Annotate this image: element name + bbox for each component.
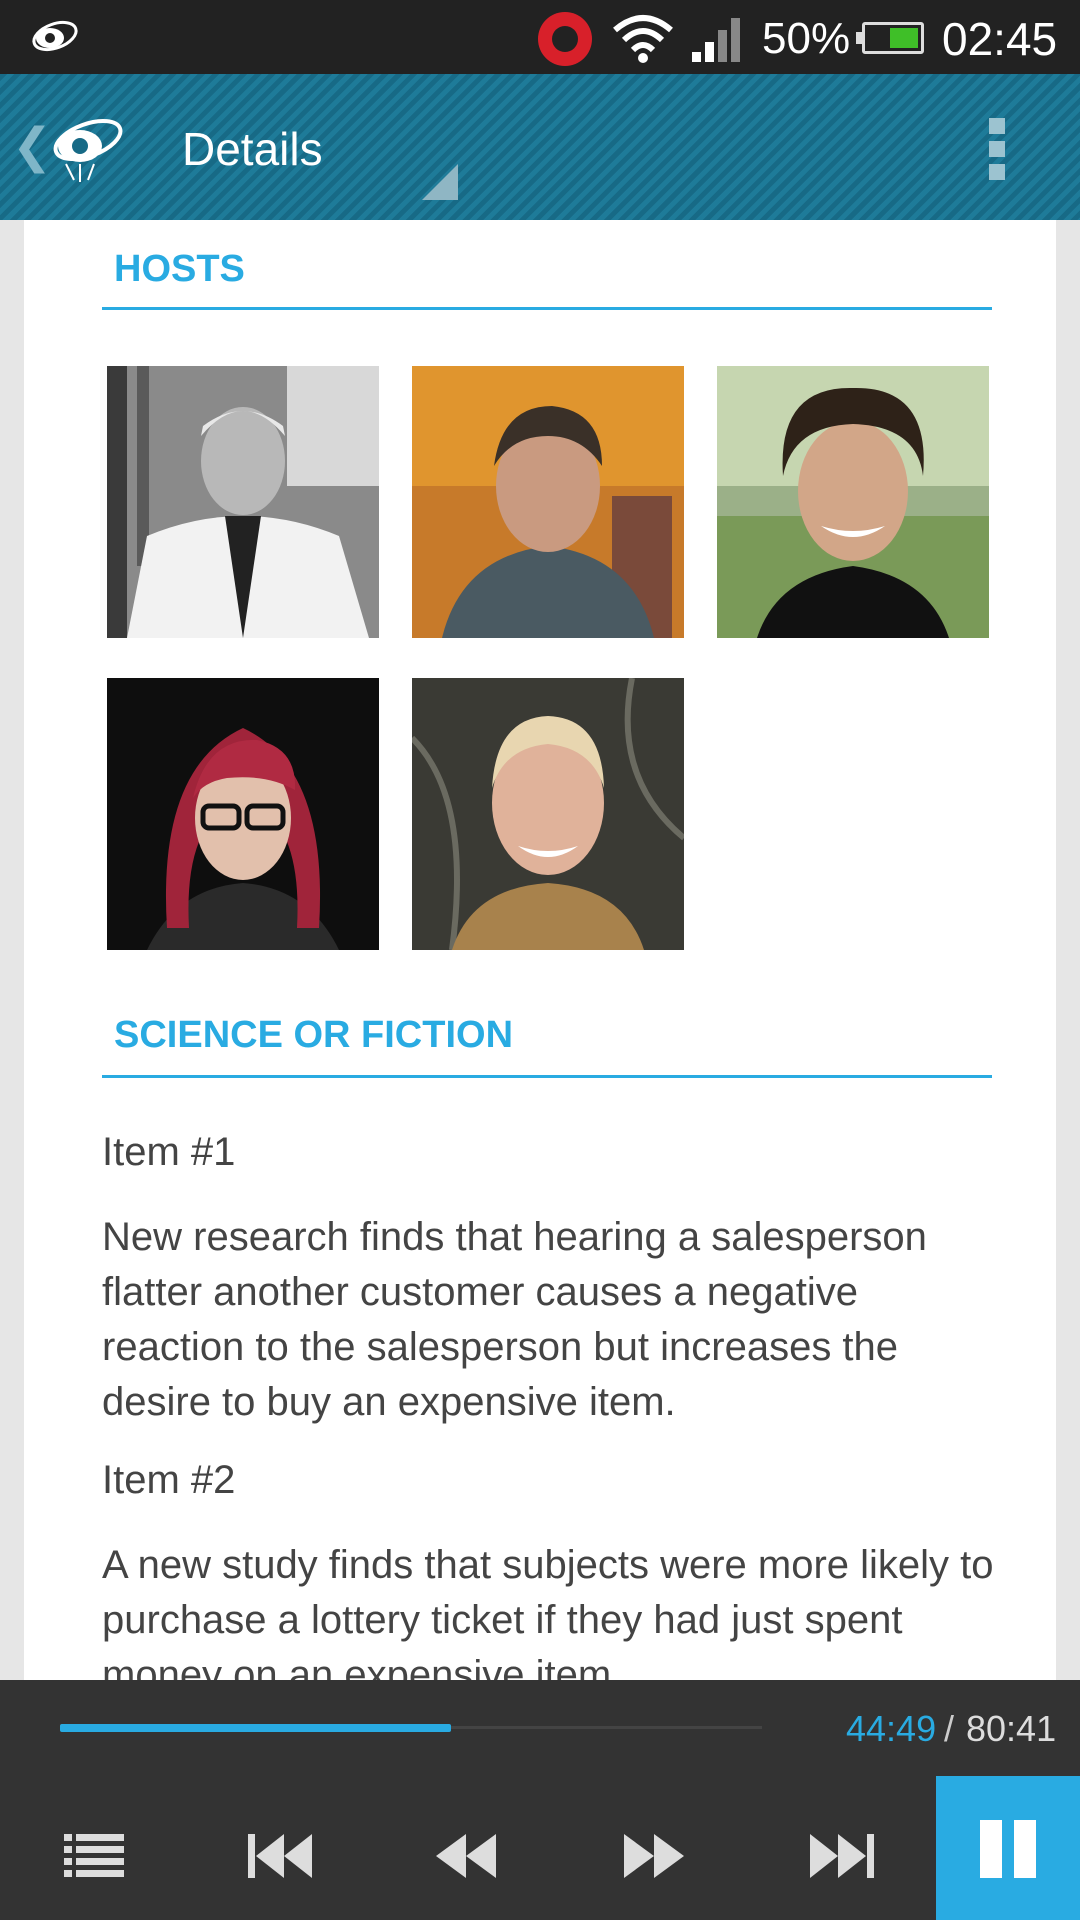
skip-next-icon — [810, 1834, 874, 1878]
science-or-fiction-header: SCIENCE OR FICTION — [102, 1014, 992, 1078]
host-photo-image — [412, 366, 684, 638]
title-dropdown-indicator — [422, 164, 458, 200]
page-title: Details — [182, 123, 323, 175]
host-photo[interactable] — [412, 678, 684, 950]
skip-next-button[interactable] — [790, 1810, 890, 1900]
battery-icon — [856, 22, 924, 54]
playlist-button[interactable] — [44, 1810, 144, 1900]
host-photo-image — [717, 366, 989, 638]
host-photo[interactable] — [412, 366, 684, 638]
beats-icon — [538, 12, 592, 66]
status-bar: 50% 02:45 — [0, 0, 1080, 74]
rewind-icon — [436, 1834, 496, 1878]
host-photo[interactable] — [717, 366, 989, 638]
pause-icon — [980, 1820, 1002, 1878]
host-photo-image — [107, 366, 379, 638]
action-bar: ❮ Details — [0, 74, 1080, 220]
item-text: A new study finds that subjects were mor… — [102, 1543, 994, 1680]
overflow-menu-icon[interactable] — [984, 118, 1010, 180]
fast-forward-icon — [624, 1834, 684, 1878]
app-logo-icon — [32, 20, 78, 52]
host-photo[interactable] — [107, 678, 379, 950]
skip-previous-button[interactable] — [232, 1810, 332, 1900]
host-photo-image — [412, 678, 684, 950]
wifi-icon — [613, 15, 673, 63]
total-time: 80:41 — [966, 1708, 1057, 1749]
app-logo-icon[interactable] — [44, 102, 128, 186]
pause-button[interactable] — [936, 1776, 1080, 1920]
rewind-button[interactable] — [418, 1810, 518, 1900]
progress-fill[interactable] — [60, 1724, 451, 1732]
signal-icon — [692, 18, 740, 62]
item-label: Item #2 — [102, 1458, 236, 1502]
hosts-header: HOSTS — [102, 248, 992, 310]
item-text: New research finds that hearing a salesp… — [102, 1215, 927, 1424]
current-time: 44:49 — [846, 1708, 937, 1749]
status-clock: 02:45 — [942, 13, 1058, 65]
skip-previous-icon — [248, 1834, 312, 1878]
battery-percentage: 50% — [762, 14, 851, 63]
playlist-icon — [64, 1834, 124, 1877]
item-label: Item #1 — [102, 1130, 236, 1174]
time-separator: / — [944, 1708, 955, 1749]
host-photo[interactable] — [107, 366, 379, 638]
details-card: HOSTS SCIENCE OR FICTION Item #1 New res… — [24, 220, 1056, 1680]
pause-icon — [1014, 1820, 1036, 1878]
fast-forward-button[interactable] — [602, 1810, 702, 1900]
host-photo-image — [107, 678, 379, 950]
audio-player: 44:49 / 80:41 — [0, 1680, 1080, 1920]
